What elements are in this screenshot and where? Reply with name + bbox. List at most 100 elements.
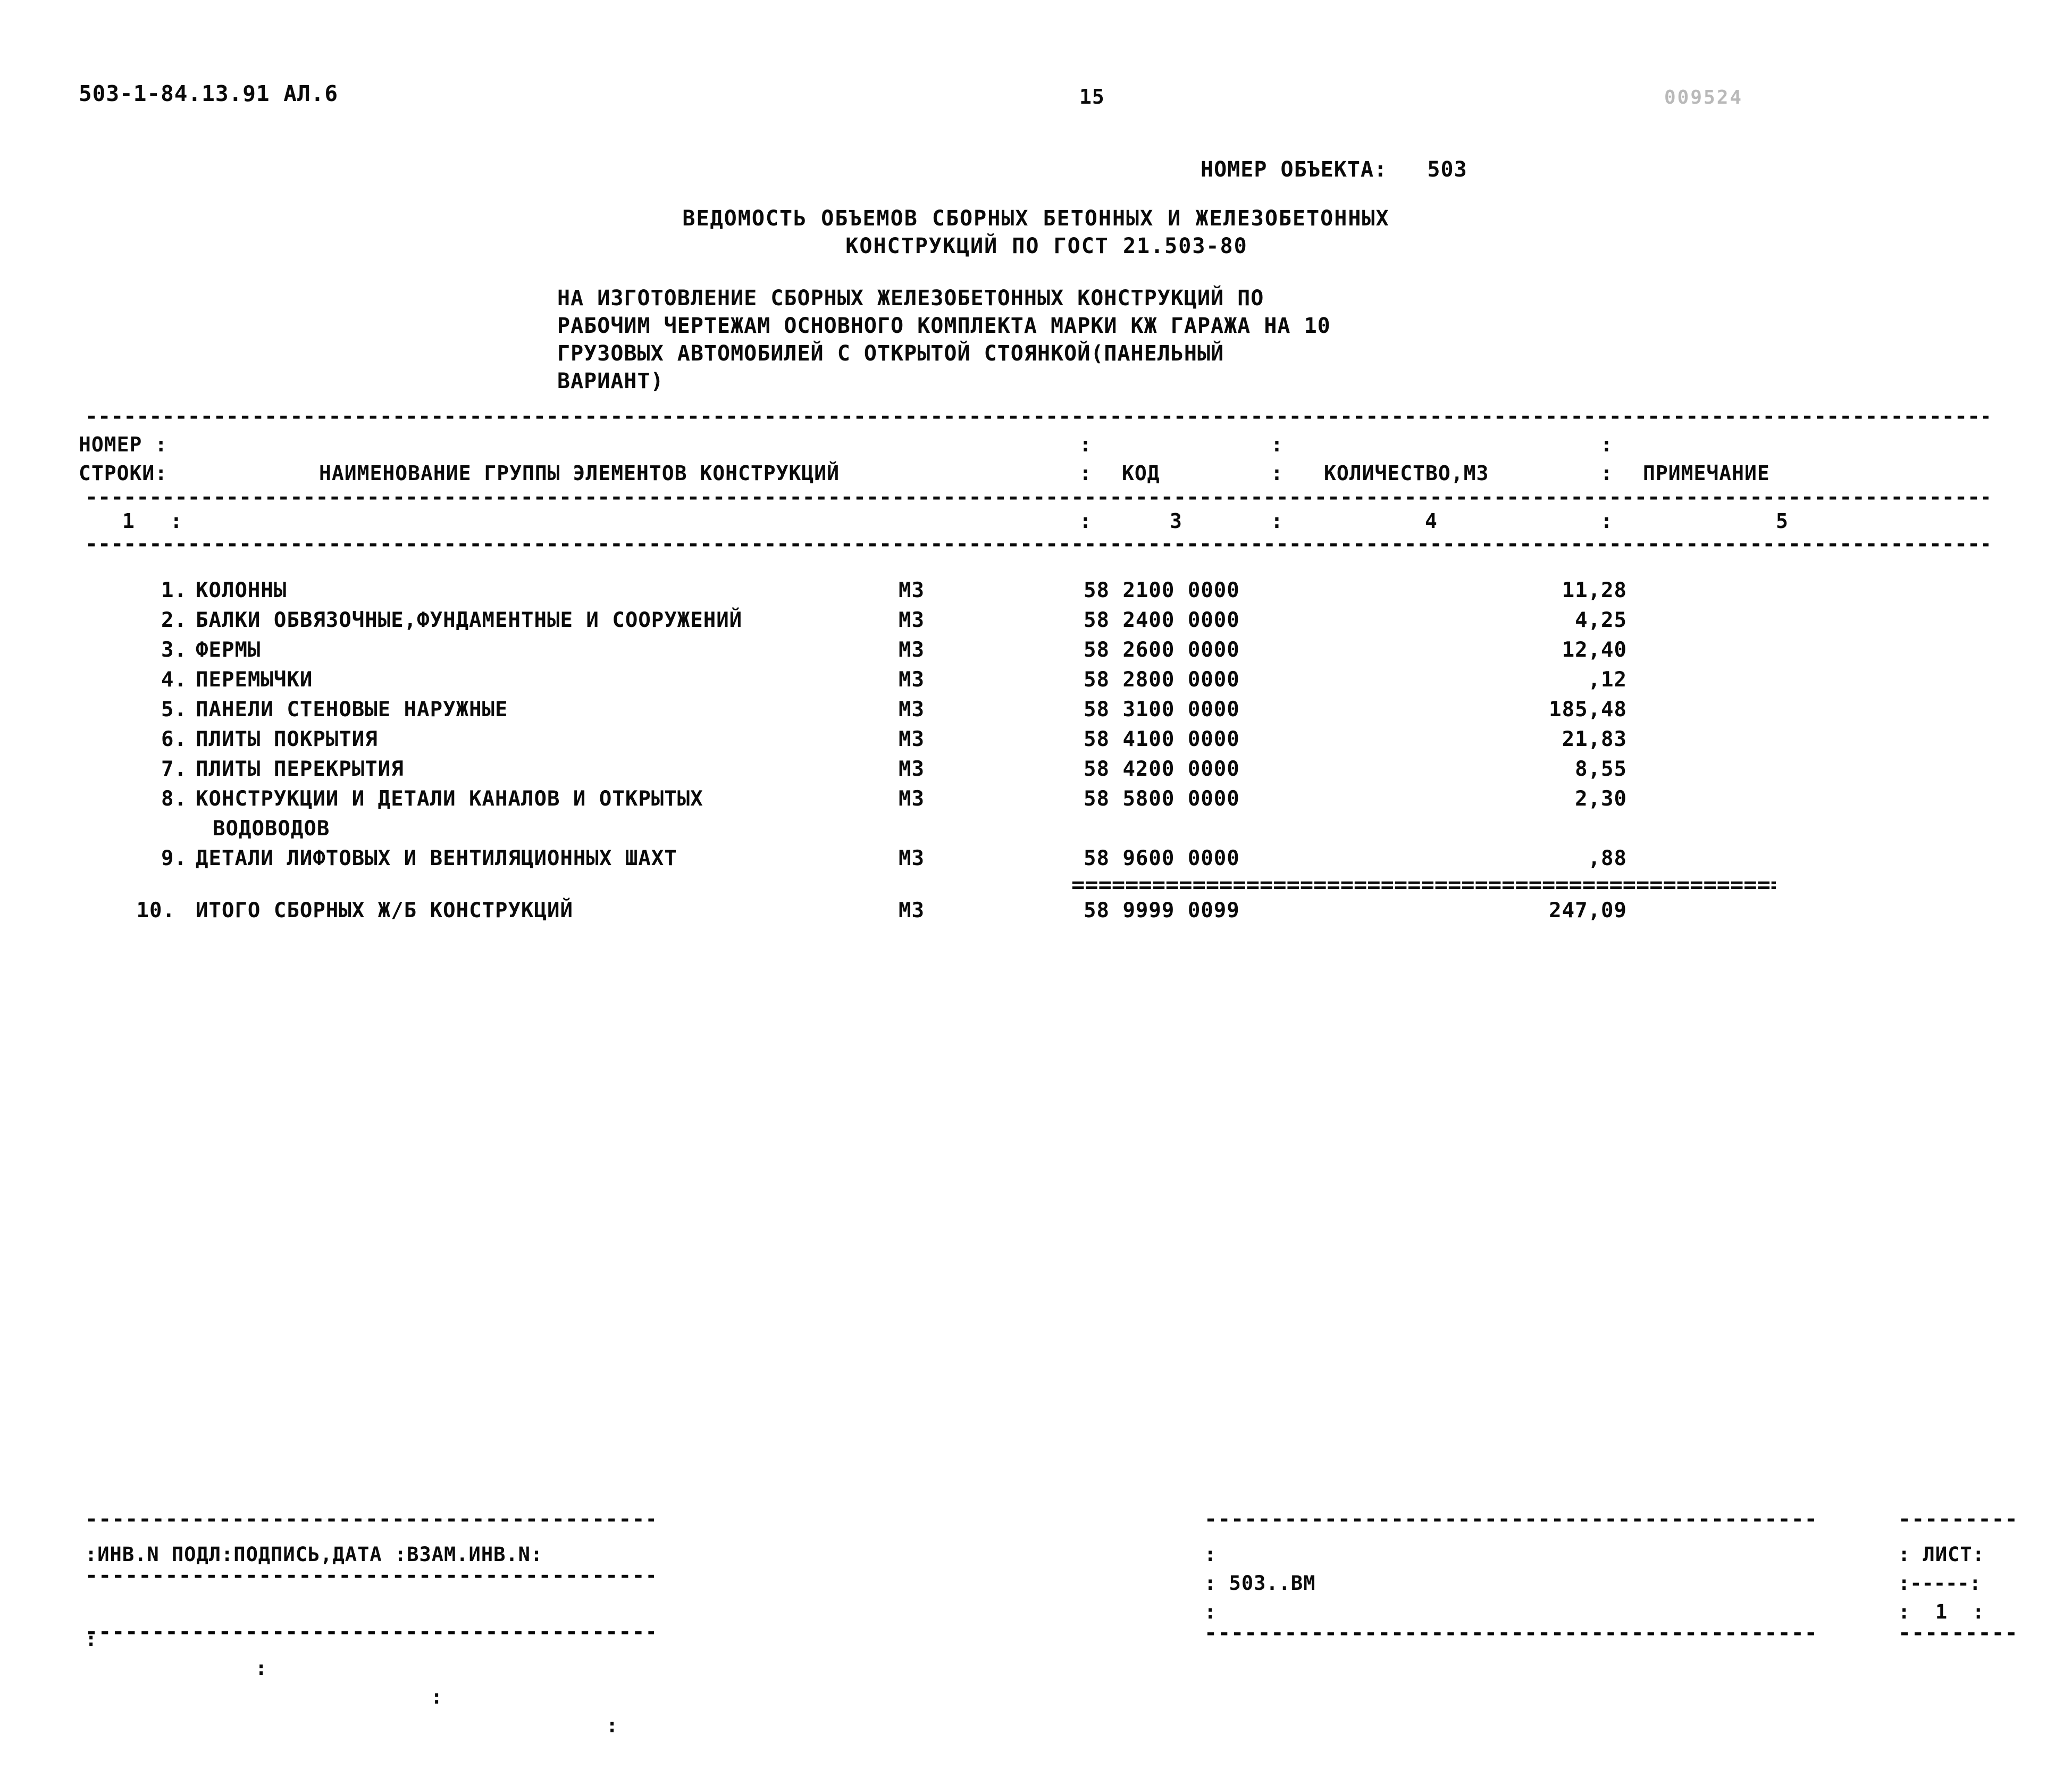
row-index: 2. [161,608,187,632]
table-rule-double-total: ========================================… [1071,878,1776,891]
table-column-numbers-row: 1 : : 3 : 4 : 5 [0,508,2072,534]
subtitle-line-3: ГРУЗОВЫХ АВТОМОБИЛЕЙ С ОТКРЫТОЙ СТОЯНКОЙ… [557,341,1224,366]
footer-stamp-columns: : : : : [85,1597,654,1737]
table-row: 6. ПЛИТЫ ПОКРЫТИЯ М3 58 4100 0000 21,83 [0,727,2072,752]
table-row: 9. ДЕТАЛИ ЛИФТОВЫХ И ВЕНТИЛЯЦИОННЫХ ШАХТ… [0,846,2072,871]
header-note-label: ПРИМЕЧАНИЕ [1643,462,1770,485]
table-row: 5. ПАНЕЛИ СТЕНОВЫЕ НАРУЖНЫЕ М3 58 3100 0… [0,698,2072,722]
row-code: 58 2600 0000 [1084,638,1240,662]
row-quantity: 12,40 [1562,638,1627,662]
footer-mid-mark-bottom: : [1204,1600,1217,1623]
row-unit: М3 [899,787,925,811]
row-unit: М3 [899,579,925,602]
row-index: 4. [161,668,187,692]
row-code: 58 3100 0000 [1084,698,1240,722]
colnum-sep-1: : [170,509,183,533]
page-header: 503-1-84.13.91 АЛ.6 15 009524 [0,80,2072,112]
row-name: ПЛИТЫ ПЕРЕКРЫТИЯ [196,757,404,781]
object-number-value: 503 [1427,157,1467,182]
faint-archive-stamp: 009524 [1664,87,1743,108]
header-quantity-label: КОЛИЧЕСТВО,М3 [1324,462,1489,485]
footer-rule-top-mid: ----------------------------------------… [1204,1513,1816,1525]
table-row: 2. БАЛКИ ОБВЯЗОЧНЫЕ,ФУНДАМЕНТНЫЕ И СООРУ… [0,608,2072,633]
row-quantity: 21,83 [1562,727,1627,751]
column-number-4: 4 [1425,509,1438,533]
row-name-continuation: ВОДОВОДОВ [213,817,330,841]
row-unit: М3 [899,757,925,781]
total-row-unit: М3 [899,899,925,923]
footer-rule-mid-left: ----------------------------------------… [85,1569,654,1582]
page-footer: ----------------------------------------… [0,1513,2072,1737]
row-code: 58 4100 0000 [1084,727,1240,751]
row-index: 6. [161,727,187,751]
footer-col-mark-2: : [255,1657,268,1680]
footer-stamp-block: ----------------------------------------… [85,1513,654,1737]
header-name-label: НАИМЕНОВАНИЕ ГРУППЫ ЭЛЕМЕНТОВ КОНСТРУКЦИ… [319,462,840,485]
footer-col-mark-1: : [85,1628,98,1651]
footer-rule-top-left: ----------------------------------------… [85,1513,654,1525]
total-row-index: 10. [136,899,175,923]
header-sep-1: : [1079,433,1092,456]
table-total-row: 10. ИТОГО СБОРНЫХ Ж/Б КОНСТРУКЦИЙ М3 58 … [0,899,2072,923]
row-name: КОЛОННЫ [196,579,287,602]
table-rule-under-headers: ----------------------------------------… [85,490,1989,504]
table-header-row-1: НОМЕР : : : : [0,432,2072,457]
colnum-sep-2: : [1079,509,1092,533]
row-unit: М3 [899,846,925,870]
header-sep-3: : [1600,433,1613,456]
row-quantity: 185,48 [1549,698,1627,722]
row-quantity: 4,25 [1575,608,1627,632]
row-index: 1. [161,579,187,602]
footer-rule-top-right: ------------ [1898,1513,2020,1525]
document-title: ВЕДОМОСТЬ ОБЪЕМОВ СБОРНЫХ БЕТОННЫХ И ЖЕЛ… [0,205,2072,260]
table-row: 1. КОЛОННЫ М3 58 2100 0000 11,28 [0,579,2072,603]
row-code: 58 2800 0000 [1084,668,1240,692]
row-name: ДЕТАЛИ ЛИФТОВЫХ И ВЕНТИЛЯЦИОННЫХ ШАХТ [196,846,677,870]
row-quantity: 8,55 [1575,757,1627,781]
header-sep-2: : [1271,433,1284,456]
table-rule-under-colnums: ----------------------------------------… [85,537,1989,551]
subtitle-line-4: ВАРИАНТ) [557,369,664,393]
row-code: 58 5800 0000 [1084,787,1240,811]
column-number-3: 3 [1170,509,1182,533]
document-code: 503-1-84.13.91 АЛ.6 [79,81,338,106]
row-index: 3. [161,638,187,662]
footer-sheet-divider: :-----: [1898,1572,1981,1595]
header-sep-4: : [1079,462,1092,485]
header-sep-5: : [1271,462,1284,485]
title-line-1: ВЕДОМОСТЬ ОБЪЕМОВ СБОРНЫХ БЕТОННЫХ И ЖЕЛ… [682,206,1390,231]
footer-col-mark-3: : [431,1686,443,1708]
row-name: ПАНЕЛИ СТЕНОВЫЕ НАРУЖНЫЕ [196,698,508,722]
row-code: 58 9600 0000 [1084,846,1240,870]
total-row-quantity: 247,09 [1549,899,1627,923]
row-code: 58 4200 0000 [1084,757,1240,781]
row-quantity: ,88 [1588,846,1627,870]
colnum-sep-4: : [1600,509,1613,533]
row-index: 9. [161,846,187,870]
row-index: 8. [161,787,187,811]
footer-drawing-code: : 503..ВМ [1204,1572,1316,1595]
page-number: 15 [1079,85,1105,108]
row-unit: М3 [899,638,925,662]
row-unit: М3 [899,727,925,751]
table-row: 4. ПЕРЕМЫЧКИ М3 58 2800 0000 ,12 [0,668,2072,692]
object-number-label: НОМЕР ОБЪЕКТА: [1201,157,1388,182]
row-index: 7. [161,757,187,781]
row-quantity: 2,30 [1575,787,1627,811]
document-page: 503-1-84.13.91 АЛ.6 15 009524 НОМЕР ОБЪЕ… [0,0,2072,1737]
row-name: КОНСТРУКЦИИ И ДЕТАЛИ КАНАЛОВ И ОТКРЫТЫХ [196,787,703,811]
row-name: БАЛКИ ОБВЯЗОЧНЫЕ,ФУНДАМЕНТНЫЕ И СООРУЖЕН… [196,608,743,632]
column-number-5: 5 [1776,509,1789,533]
object-number-line: НОМЕР ОБЪЕКТА: 503 [1201,155,1467,184]
table-rule-top: ----------------------------------------… [85,409,1989,423]
footer-drawing-block: ----------------------------------------… [1204,1513,1816,1639]
table-header-row-2: СТРОКИ: НАИМЕНОВАНИЕ ГРУППЫ ЭЛЕМЕНТОВ КО… [0,460,2072,486]
row-quantity: ,12 [1588,668,1627,692]
table-row: 8. КОНСТРУКЦИИ И ДЕТАЛИ КАНАЛОВ И ОТКРЫТ… [0,787,2072,811]
footer-rule-bottom-right: ------------ [1898,1627,2020,1639]
footer-stamp-fields: :ИНВ.N ПОДЛ:ПОДПИСЬ,ДАТА :ВЗАМ.ИНВ.N: [85,1543,543,1566]
table-row-continuation: ВОДОВОДОВ [0,817,2072,841]
row-code: 58 2400 0000 [1084,608,1240,632]
header-number-label-2: СТРОКИ: [79,462,168,485]
row-quantity: 11,28 [1562,579,1627,602]
